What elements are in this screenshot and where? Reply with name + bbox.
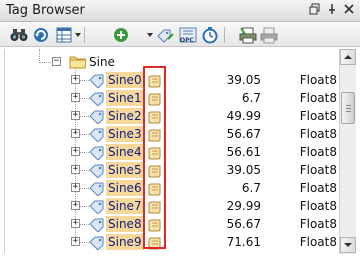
tag-row[interactable]: + Sine3 56.67 Float8 <box>5 125 338 143</box>
tag-row[interactable]: + Sine2 49.99 Float8 <box>5 107 338 125</box>
scroll-down-button[interactable] <box>340 237 356 253</box>
opc-label: OPC <box>180 37 194 44</box>
tag-icon <box>89 109 105 125</box>
print-icon[interactable] <box>239 26 257 44</box>
expand-toggle[interactable]: + <box>71 183 80 192</box>
tag-value: 39.05 <box>226 163 261 177</box>
title-bar: Tag Browser <box>0 0 360 22</box>
tag-name: Sine1 <box>106 90 144 106</box>
tag-name: Sine5 <box>106 162 144 178</box>
tag-value: 6.7 <box>241 91 261 105</box>
tag-name: Sine7 <box>106 198 144 214</box>
tag-row[interactable]: + Sine7 29.99 Float8 <box>5 197 338 215</box>
binoculars-icon[interactable] <box>10 26 28 44</box>
tag-value: 56.61 <box>226 145 261 159</box>
tag-icon <box>89 199 105 215</box>
tag-type: Float8 <box>299 145 337 159</box>
tag-type: Float8 <box>299 91 337 105</box>
expand-toggle[interactable]: + <box>71 165 80 174</box>
refresh-icon[interactable] <box>32 26 50 44</box>
tag-icon <box>89 181 105 197</box>
tag-value: 39.05 <box>226 73 261 87</box>
tag-value: 6.7 <box>241 181 261 195</box>
tag-row[interactable]: + Sine6 6.7 Float8 <box>5 179 338 197</box>
tag-row[interactable]: + Sine9 71.61 Float8 <box>5 233 338 251</box>
window-title: Tag Browser <box>6 3 85 18</box>
pin-icon[interactable] <box>325 3 339 17</box>
scroll-up-button[interactable] <box>340 49 356 65</box>
tag-name: Sine8 <box>106 216 144 232</box>
folder-label: Sine <box>89 55 115 69</box>
expand-toggle[interactable]: + <box>71 237 80 246</box>
tag-name: Sine4 <box>106 144 144 160</box>
vertical-scrollbar[interactable] <box>339 49 356 254</box>
highlight-box <box>143 66 166 249</box>
tag-type: Float8 <box>299 73 337 87</box>
layout-dropdown-arrow[interactable] <box>75 33 81 37</box>
scroll-thumb[interactable] <box>341 92 355 124</box>
toolbar-separator <box>224 27 225 43</box>
expand-toggle[interactable]: + <box>71 201 80 210</box>
expand-toggle[interactable]: + <box>71 129 80 138</box>
tag-type: Float8 <box>299 163 337 177</box>
printer-icon[interactable] <box>260 26 278 44</box>
collapse-toggle[interactable]: − <box>52 57 61 66</box>
tag-type: Float8 <box>299 235 337 249</box>
edit-tag-icon[interactable] <box>156 26 174 44</box>
tag-name: Sine0 <box>106 72 144 88</box>
tag-row[interactable]: + Sine4 56.61 Float8 <box>5 143 338 161</box>
tag-value: 49.99 <box>226 109 261 123</box>
tag-row[interactable]: + Sine8 56.67 Float8 <box>5 215 338 233</box>
folder-row[interactable]: − Sine <box>5 53 338 71</box>
tag-icon <box>89 217 105 233</box>
tag-type: Float8 <box>299 199 337 213</box>
expand-toggle[interactable]: + <box>71 147 80 156</box>
tag-icon <box>89 91 105 107</box>
expand-toggle[interactable]: + <box>71 75 80 84</box>
clock-icon[interactable] <box>201 26 219 44</box>
tag-icon <box>89 163 105 179</box>
toolbar-separator <box>84 27 85 43</box>
tag-value: 71.61 <box>226 235 261 249</box>
expand-toggle[interactable]: + <box>71 111 80 120</box>
tag-type: Float8 <box>299 217 337 231</box>
expand-toggle[interactable]: + <box>71 93 80 102</box>
tag-row[interactable]: + Sine0 39.05 Float8 <box>5 71 338 89</box>
tag-tree: − Sine + Sine0 39.05 Float8 + Sine1 6.7 Float8 +… <box>4 49 338 254</box>
toolbar: OPC <box>0 23 360 47</box>
tag-type: Float8 <box>299 127 337 141</box>
tag-type: Float8 <box>299 181 337 195</box>
tag-name: Sine6 <box>106 180 144 196</box>
tag-value: 56.67 <box>226 217 261 231</box>
tag-name: Sine2 <box>106 108 144 124</box>
tag-type: Float8 <box>299 109 337 123</box>
add-dropdown-arrow[interactable] <box>147 33 153 37</box>
expand-toggle[interactable]: + <box>71 219 80 228</box>
tag-icon <box>89 145 105 161</box>
tag-icon <box>89 127 105 143</box>
restore-icon[interactable] <box>308 3 322 17</box>
table-layout-icon[interactable] <box>55 26 73 44</box>
tag-icon <box>89 73 105 89</box>
add-tag-icon[interactable] <box>112 26 130 44</box>
tag-name: Sine3 <box>106 126 144 142</box>
tag-row[interactable]: + Sine1 6.7 Float8 <box>5 89 338 107</box>
tag-row[interactable]: + Sine5 39.05 Float8 <box>5 161 338 179</box>
tag-value: 56.67 <box>226 127 261 141</box>
tag-value: 29.99 <box>226 199 261 213</box>
close-icon[interactable] <box>342 3 356 17</box>
tag-name: Sine9 <box>106 234 144 250</box>
tag-icon <box>89 235 105 251</box>
